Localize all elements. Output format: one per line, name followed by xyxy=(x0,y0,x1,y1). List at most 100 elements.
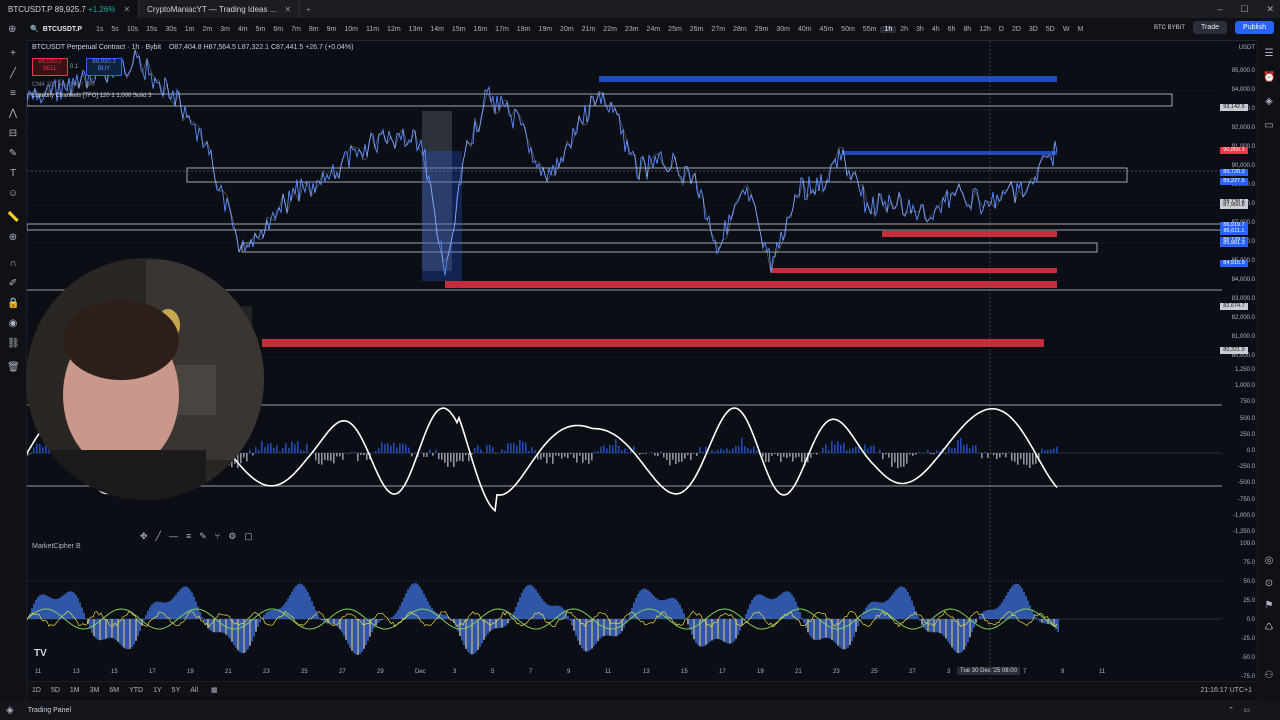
trade-button[interactable]: Trade xyxy=(1193,21,1228,34)
range-1d[interactable]: 1D xyxy=(27,687,46,694)
brush-icon[interactable]: ✎ xyxy=(199,531,207,542)
broker-label[interactable]: BTC BYBIT xyxy=(1154,25,1185,31)
timeframe-40m[interactable]: 40m xyxy=(794,26,816,33)
move-icon[interactable]: ✥ xyxy=(140,531,148,542)
hline-icon[interactable]: — xyxy=(169,531,178,541)
frame-icon[interactable]: ▢ xyxy=(244,531,253,542)
layers-icon[interactable]: ◈ xyxy=(1263,96,1275,108)
notifications-icon[interactable]: ⚑ xyxy=(1263,600,1275,612)
timeframe-29m[interactable]: 29m xyxy=(751,26,773,33)
eye-icon[interactable]: ◉ xyxy=(7,318,19,330)
menu-icon[interactable]: ⊕ xyxy=(8,24,16,35)
timeframe-10s[interactable]: 10s xyxy=(123,26,142,33)
price-scale[interactable]: USDT 95,000.094,000.093,000.092,000.091,… xyxy=(1220,41,1258,681)
settings-icon[interactable]: ⚙ xyxy=(228,531,236,542)
trading-panel-tab[interactable]: Trading Panel xyxy=(28,707,71,714)
alerts-icon[interactable]: ⏰ xyxy=(1263,72,1275,84)
timeframe-13m[interactable]: 13m xyxy=(405,26,427,33)
ma-indicator-label[interactable]: CM4 20 / 50 / 100 / 200 xyxy=(32,82,95,88)
timeframe-16m[interactable]: 16m xyxy=(470,26,492,33)
timeframe-3h[interactable]: 3h xyxy=(912,26,928,33)
currency-label[interactable]: USDT xyxy=(1239,45,1255,51)
timeframe-3D[interactable]: 3D xyxy=(1025,26,1042,33)
tab-btcusdt[interactable]: BTCUSDT.P 89,925.7 +1.26% ✕ xyxy=(0,0,140,18)
timeframe-8m[interactable]: 8m xyxy=(305,26,323,33)
timeframe-5s[interactable]: 5s xyxy=(107,26,122,33)
maximize-panel-icon[interactable]: ▭ xyxy=(1243,706,1250,714)
trash-icon[interactable]: 🗑 xyxy=(7,362,20,374)
maximize-icon[interactable]: ☐ xyxy=(1240,4,1248,15)
timeframe-M[interactable]: M xyxy=(1073,26,1087,33)
timeframe-15s[interactable]: 15s xyxy=(142,26,161,33)
target-icon[interactable]: ◎ xyxy=(1263,555,1275,567)
timeframe-9m[interactable]: 9m xyxy=(323,26,341,33)
timeframe-15m[interactable]: 15m xyxy=(448,26,470,33)
marketcipher-label[interactable]: MarketCipher B xyxy=(32,543,81,550)
crosshair-icon[interactable]: + xyxy=(7,48,19,60)
timeframe-12h[interactable]: 12h xyxy=(975,26,995,33)
pencil-icon[interactable]: ✐ xyxy=(7,278,19,290)
ruler-icon[interactable]: 📏 xyxy=(7,212,19,224)
timeframe-1h[interactable]: 1h xyxy=(880,25,897,33)
timeframe-W[interactable]: W xyxy=(1059,26,1074,33)
timeframe-22m[interactable]: 22m xyxy=(599,26,621,33)
timeframe-14m[interactable]: 14m xyxy=(426,26,448,33)
timeframe-17m[interactable]: 17m xyxy=(491,26,513,33)
timeframe-6m[interactable]: 6m xyxy=(269,26,287,33)
timeframe-25m[interactable]: 25m xyxy=(664,26,686,33)
help-icon[interactable]: ⚇ xyxy=(1263,670,1275,682)
publish-button[interactable]: Publish xyxy=(1235,21,1274,34)
timeframe-30m[interactable]: 30m xyxy=(772,26,794,33)
buy-button[interactable]: 89,930.3 BUY xyxy=(86,58,122,76)
range-5y[interactable]: 5Y xyxy=(167,687,186,694)
timeframe-27m[interactable]: 27m xyxy=(707,26,729,33)
trendline-icon[interactable]: ╱ xyxy=(7,68,19,80)
timeframe-45m[interactable]: 45m xyxy=(816,26,838,33)
brush-icon[interactable]: ✎ xyxy=(7,148,19,160)
range-6m[interactable]: 6M xyxy=(104,687,124,694)
range-3m[interactable]: 3M xyxy=(85,687,105,694)
chat-icon[interactable]: ▭ xyxy=(1263,120,1275,132)
fork-icon[interactable]: ⑂ xyxy=(215,531,220,541)
close-tab-icon[interactable]: ✕ xyxy=(123,5,130,14)
timeframe-2h[interactable]: 2h xyxy=(896,26,912,33)
timeframe-23m[interactable]: 23m xyxy=(621,26,643,33)
utc-clock[interactable]: 21:16:17 UTC+1 xyxy=(1200,687,1252,694)
text-icon[interactable]: T xyxy=(7,168,19,180)
close-tab-icon[interactable]: ✕ xyxy=(284,5,291,14)
fib-icon[interactable]: ≡ xyxy=(7,88,19,100)
position-icon[interactable]: ⊟ xyxy=(7,128,19,140)
collapse-icon[interactable]: ⌃ xyxy=(1228,706,1234,714)
line-icon[interactable]: ╱ xyxy=(156,531,161,542)
timeframe-26m[interactable]: 26m xyxy=(686,26,708,33)
minimize-icon[interactable]: – xyxy=(1217,4,1222,14)
close-window-icon[interactable]: ✕ xyxy=(1266,4,1274,15)
symbol-search[interactable]: 🔍 BTCUSDT.P xyxy=(30,25,82,34)
link-icon[interactable]: ⛓ xyxy=(7,338,20,350)
timeframe-24m[interactable]: 24m xyxy=(643,26,665,33)
timeframe-4m[interactable]: 4m xyxy=(234,26,252,33)
range-all[interactable]: All xyxy=(185,687,203,694)
pattern-icon[interactable]: ⋀ xyxy=(7,108,19,120)
timeframe-20m[interactable]: 20m xyxy=(556,26,578,33)
timeframe-55m[interactable]: 55m xyxy=(859,26,881,33)
magnet-icon[interactable]: ∩ xyxy=(7,258,19,270)
zoom-icon[interactable]: ⊕ xyxy=(7,232,19,244)
timeframe-30s[interactable]: 30s xyxy=(161,26,180,33)
timeframe-1m[interactable]: 1m xyxy=(181,26,199,33)
new-tab-icon[interactable]: + xyxy=(300,5,317,14)
liquidity-indicator-label[interactable]: Liquidity Channels [TFO] 120 1 1,000 Sol… xyxy=(32,93,151,99)
range-1y[interactable]: 1Y xyxy=(148,687,167,694)
calendar-icon[interactable]: ▦ xyxy=(211,686,218,694)
sell-button[interactable]: 89,930.2 SELL xyxy=(32,58,68,76)
lines-icon[interactable]: ≡ xyxy=(186,531,191,541)
timeframe-19m[interactable]: 19m xyxy=(534,26,556,33)
timeframe-D[interactable]: D xyxy=(995,26,1008,33)
timeframe-21m[interactable]: 21m xyxy=(578,26,600,33)
timeframe-2D[interactable]: 2D xyxy=(1008,26,1025,33)
timeframe-12m[interactable]: 12m xyxy=(383,26,405,33)
timeframe-5m[interactable]: 5m xyxy=(252,26,270,33)
timeframe-7m[interactable]: 7m xyxy=(287,26,305,33)
timeframe-3m[interactable]: 3m xyxy=(216,26,234,33)
timeframe-2m[interactable]: 2m xyxy=(198,26,216,33)
